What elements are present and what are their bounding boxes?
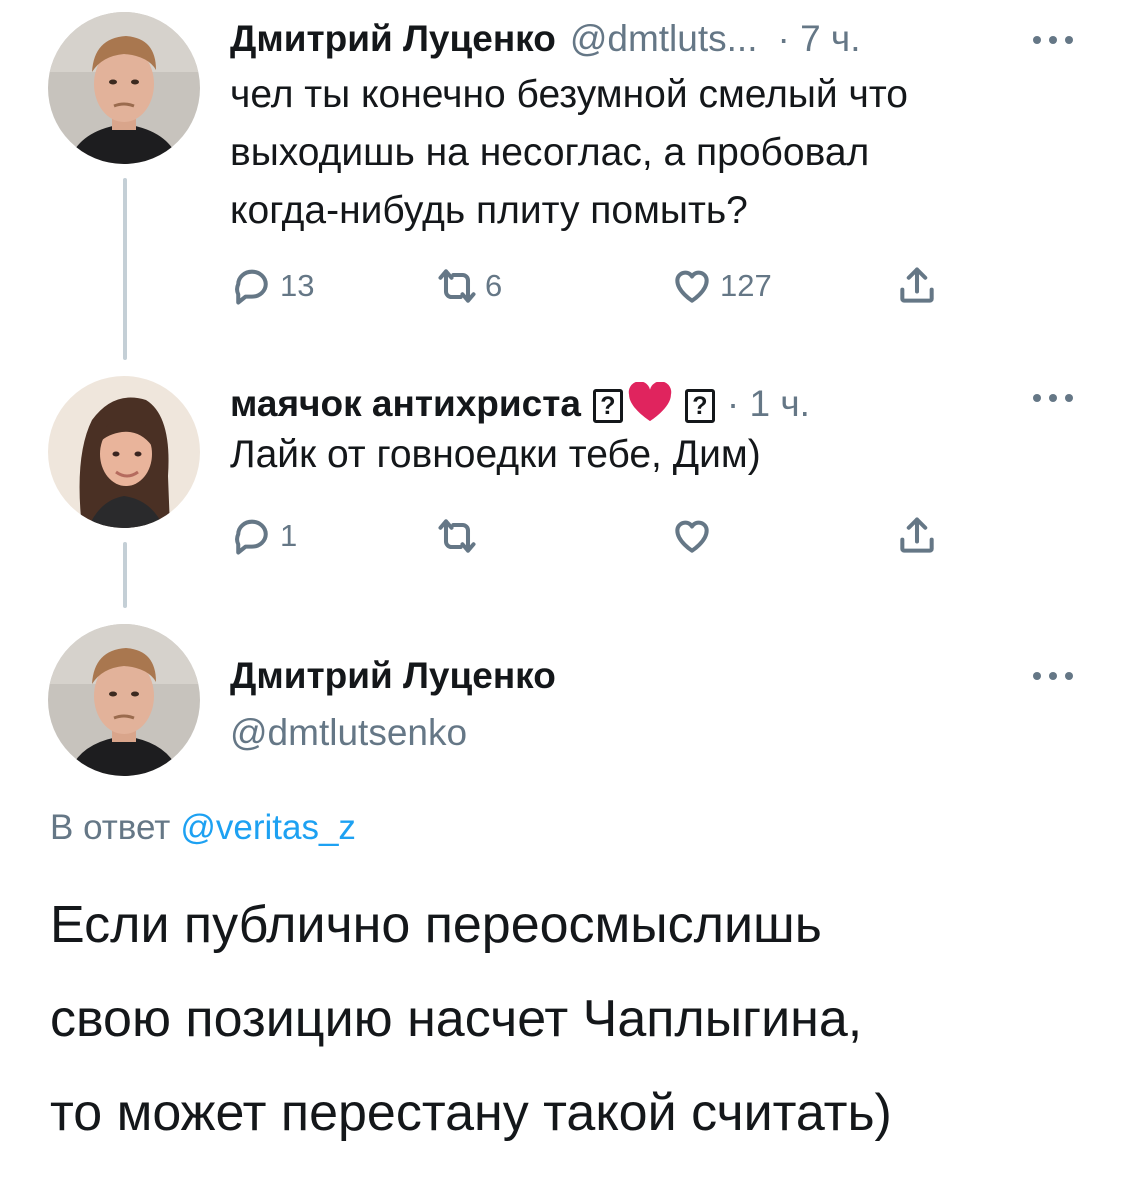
tweet-text-line: то может перестану такой считать) <box>50 1084 892 1142</box>
more-options-icon[interactable] <box>1033 672 1073 680</box>
heart-icon <box>675 520 709 553</box>
tweet-actions: 1 <box>230 512 950 560</box>
tweet-text-line: Лайк от говноедки тебе, Дим) <box>230 433 761 476</box>
tweet-text-line: свою позицию насчет Чаплыгина, <box>50 990 863 1048</box>
heart-icon <box>675 270 709 303</box>
tweet-text-line: Если публично переосмыслишь <box>50 896 822 954</box>
more-options-icon[interactable] <box>1033 394 1073 402</box>
tweet-text-line: чел ты конечно безумной смелый что <box>230 73 908 116</box>
reply-mention-link[interactable]: @veritas_z <box>180 808 356 847</box>
share-icon <box>900 267 934 303</box>
more-options-icon[interactable] <box>1033 36 1073 44</box>
like-count: 127 <box>720 268 772 303</box>
tweet-actions: 13 6 127 <box>230 262 950 310</box>
share-icon <box>900 517 934 553</box>
tweet-text: чел ты конечно безумной смелый что выход… <box>230 66 1090 240</box>
tweet-time[interactable]: · 7 ч. <box>777 18 860 60</box>
woman-avatar-image <box>48 376 200 528</box>
avatar[interactable] <box>48 12 200 164</box>
missing-glyph-emoji: ? <box>592 389 623 423</box>
reply-button[interactable]: 13 <box>230 262 314 310</box>
retweet-count: 6 <box>485 268 503 303</box>
share-button[interactable] <box>895 512 939 560</box>
avatar[interactable] <box>48 624 200 776</box>
tweet-header: Дмитрий Луценко @dmtluts... · 7 ч. <box>230 18 860 60</box>
like-button[interactable] <box>670 512 714 560</box>
tweet-time[interactable]: · 1 ч. <box>727 383 810 425</box>
thread-line <box>123 542 127 608</box>
thread-line <box>123 178 127 360</box>
reply-prefix: В ответ <box>50 808 171 847</box>
main-tweet-text: Если публично переосмыслишь свою позицию… <box>50 878 1090 1160</box>
reply-context: В ответ @veritas_z <box>50 808 356 848</box>
reply-icon <box>235 519 268 555</box>
red-heart-emoji-icon <box>628 382 672 422</box>
author-name[interactable]: маячок антихриста <box>230 383 581 425</box>
retweet-button[interactable]: 6 <box>435 262 502 310</box>
like-button[interactable]: 127 <box>670 262 772 310</box>
reply-count: 13 <box>280 268 315 303</box>
reply-button[interactable]: 1 <box>230 512 297 560</box>
man-avatar-image <box>48 624 200 776</box>
avatar[interactable] <box>48 376 200 528</box>
retweet-icon <box>438 269 476 303</box>
tweet-text-line: выходишь на несоглас, а пробовал <box>230 131 870 174</box>
reply-count: 1 <box>280 518 298 553</box>
reply-icon <box>235 269 268 305</box>
author-handle[interactable]: @dmtluts... <box>570 18 758 60</box>
tweet-header: маячок антихриста ? ? · 1 ч. <box>230 376 810 425</box>
author-name[interactable]: Дмитрий Луценко <box>230 655 556 697</box>
retweet-icon <box>438 519 476 553</box>
author-handle[interactable]: @dmtlutsenko <box>230 712 467 754</box>
tweet-text-line: когда-нибудь плиту помыть? <box>230 189 748 232</box>
man-avatar-image <box>48 12 200 164</box>
missing-glyph-emoji: ? <box>684 389 715 423</box>
tweet-text: Лайк от говноедки тебе, Дим) <box>230 426 1090 484</box>
share-button[interactable] <box>895 262 939 310</box>
retweet-button[interactable] <box>435 512 479 560</box>
author-name[interactable]: Дмитрий Луценко <box>230 18 556 60</box>
